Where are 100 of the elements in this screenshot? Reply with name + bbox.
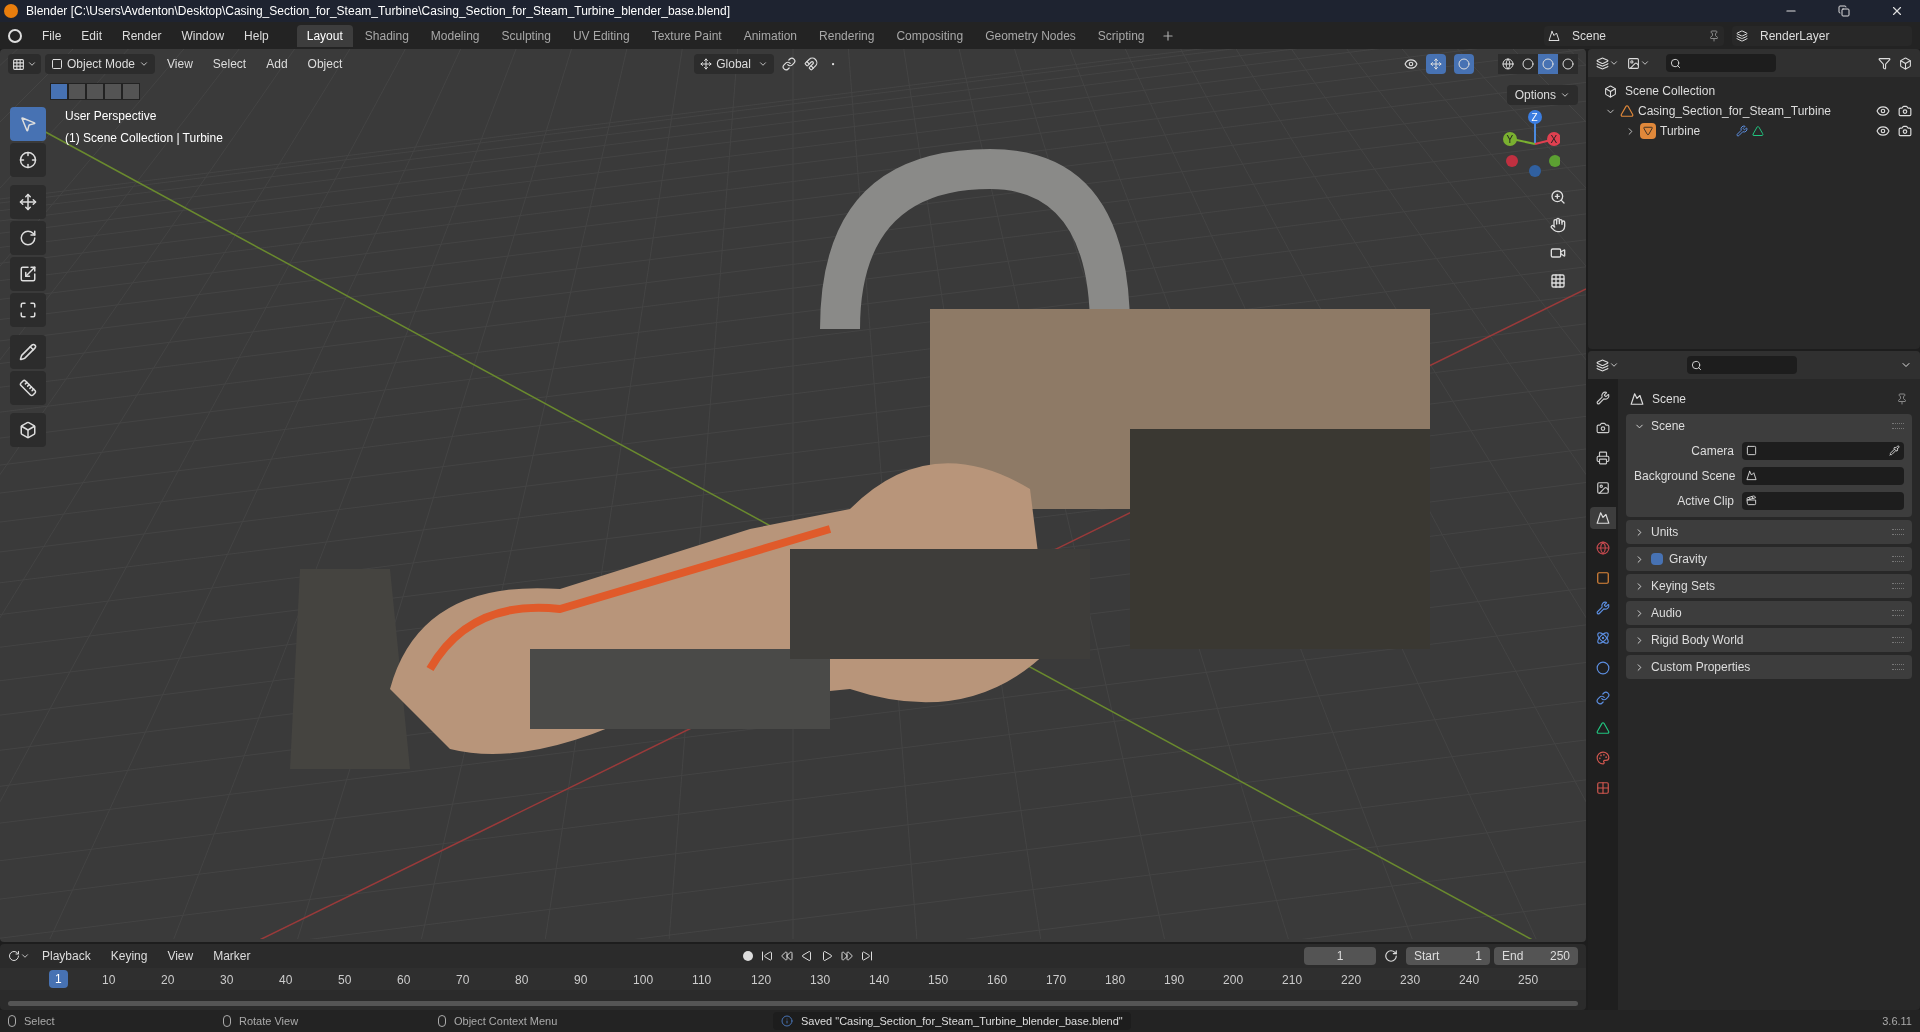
workspace-tab[interactable]: Animation <box>733 24 808 47</box>
display-mode-button[interactable] <box>1596 56 1619 70</box>
camera-view-icon[interactable] <box>1550 245 1566 261</box>
render-visibility-icon[interactable] <box>1898 104 1912 118</box>
tool-button[interactable] <box>10 335 46 369</box>
viewport-menu-item[interactable]: Select <box>204 55 255 73</box>
drag-handle-icon[interactable] <box>1892 583 1904 589</box>
selection-mode-button[interactable] <box>50 83 68 100</box>
tool-button[interactable] <box>10 143 46 177</box>
perspective-grid-icon[interactable] <box>1550 273 1566 289</box>
section-header[interactable]: Audio <box>1651 604 1682 622</box>
viewport[interactable]: Object Mode View Select Add Object Global Options User Perspective (1) Scene Collection | Turbine Z Y X <box>0 49 1586 942</box>
new-collection-icon[interactable] <box>1899 56 1912 70</box>
search-field[interactable] <box>1666 54 1776 72</box>
timeline-menu-item[interactable]: View <box>159 947 202 965</box>
workspace-tab[interactable]: Texture Paint <box>641 24 732 47</box>
viewport-menu-item[interactable]: View <box>159 55 201 73</box>
workspace-tab[interactable]: UV Editing <box>562 24 640 47</box>
workspace-tab[interactable]: Rendering <box>809 24 885 47</box>
pivot-icon[interactable] <box>782 57 797 71</box>
add-workspace-icon[interactable] <box>1160 28 1175 43</box>
workspace-tab[interactable]: Scripting <box>1087 24 1155 47</box>
menu-item[interactable]: Edit <box>73 26 111 45</box>
tool-button[interactable] <box>10 221 46 255</box>
orientation-dropdown[interactable]: Global <box>694 54 775 74</box>
menu-item[interactable]: File <box>34 26 70 45</box>
workspace-tab[interactable]: Modeling <box>420 24 490 47</box>
view-layer-selector[interactable]: RenderLayer <box>1732 25 1912 46</box>
outliner-root[interactable]: Scene Collection <box>1625 82 1716 100</box>
drag-handle-icon[interactable] <box>1892 664 1904 670</box>
section-header[interactable]: Rigid Body World <box>1651 631 1744 649</box>
visibility-icon[interactable] <box>1876 104 1890 118</box>
workspace-tab[interactable]: Shading <box>354 24 419 47</box>
tool-button[interactable] <box>10 185 46 219</box>
scrollbar[interactable] <box>8 1001 1578 1006</box>
play-reverse-icon[interactable] <box>800 950 813 962</box>
visibility-icon[interactable] <box>1404 57 1418 71</box>
next-keyframe-icon[interactable] <box>840 950 853 962</box>
editor-type-button[interactable] <box>1596 358 1619 372</box>
visibility-icon[interactable] <box>1876 124 1890 138</box>
timeline-menu-item[interactable]: Keying <box>102 947 156 965</box>
pin-icon[interactable] <box>1708 29 1720 42</box>
properties-tab[interactable] <box>1590 507 1616 529</box>
snap-icon[interactable] <box>804 57 819 71</box>
blender-menu-icon[interactable] <box>8 28 22 43</box>
render-visibility-icon[interactable] <box>1898 124 1912 138</box>
editor-type-button[interactable] <box>8 54 41 74</box>
section-header[interactable]: Units <box>1651 523 1679 541</box>
workspace-tab[interactable]: Compositing <box>886 24 974 47</box>
outliner-item[interactable]: Casing_Section_for_Steam_Turbine <box>1638 102 1831 120</box>
checkbox[interactable] <box>1651 553 1663 565</box>
property-field[interactable] <box>1742 466 1904 485</box>
shading-mode-button[interactable] <box>1518 54 1538 74</box>
zoom-icon[interactable] <box>1550 189 1566 205</box>
section-header[interactable]: Gravity <box>1669 550 1707 568</box>
menu-item[interactable]: Help <box>236 26 277 45</box>
viewport-menu-item[interactable]: Object <box>299 55 351 73</box>
shading-mode-button[interactable] <box>1558 54 1578 74</box>
section-header[interactable]: Scene <box>1651 417 1686 435</box>
start-frame-field[interactable]: Start 1 <box>1406 947 1490 965</box>
filter-icon[interactable] <box>1878 56 1891 70</box>
timeline-menu-item[interactable]: Playback <box>34 947 99 965</box>
jump-start-icon[interactable] <box>760 950 773 962</box>
record-icon[interactable] <box>742 951 753 961</box>
tool-button[interactable] <box>10 413 46 447</box>
close-icon[interactable] <box>1890 4 1904 18</box>
scene-selector[interactable]: Scene <box>1544 25 1724 46</box>
previous-keyframe-icon[interactable] <box>780 950 793 962</box>
tool-button[interactable] <box>10 371 46 405</box>
outliner-item[interactable]: Turbine <box>1660 122 1701 140</box>
end-frame-field[interactable]: End 250 <box>1494 947 1578 965</box>
editor-type-button[interactable] <box>8 950 30 962</box>
drag-handle-icon[interactable] <box>1892 556 1904 562</box>
section-header[interactable]: Custom Properties <box>1651 658 1751 676</box>
play-icon[interactable] <box>820 950 833 962</box>
filter-view-button[interactable] <box>1627 56 1650 70</box>
jump-end-icon[interactable] <box>860 950 873 962</box>
shading-mode-button[interactable] <box>1498 54 1518 74</box>
tool-button[interactable] <box>10 257 46 291</box>
eyedropper-icon[interactable] <box>1889 445 1900 456</box>
menu-item[interactable]: Render <box>114 26 170 45</box>
current-frame-field[interactable]: 1 <box>1304 947 1376 965</box>
search-field[interactable] <box>1687 356 1797 374</box>
workspace-tab[interactable]: Layout <box>296 24 353 47</box>
workspace-tab[interactable]: Geometry Nodes <box>975 24 1086 47</box>
drag-handle-icon[interactable] <box>1892 610 1904 616</box>
property-field[interactable] <box>1742 441 1904 460</box>
pin-icon[interactable] <box>1896 393 1908 405</box>
timeline-menu-item[interactable]: Marker <box>205 947 259 965</box>
options-dropdown[interactable]: Options <box>1506 85 1578 105</box>
current-frame-marker[interactable]: 1 <box>49 970 68 988</box>
viewport-menu-item[interactable]: Add <box>258 55 296 73</box>
workspace-tab[interactable]: Sculpting <box>491 24 561 47</box>
drag-handle-icon[interactable] <box>1892 637 1904 643</box>
section-header[interactable]: Keying Sets <box>1651 577 1716 595</box>
pan-hand-icon[interactable] <box>1550 217 1566 233</box>
tool-button[interactable] <box>10 293 46 327</box>
restore-icon[interactable] <box>1838 5 1850 17</box>
drag-handle-icon[interactable] <box>1892 529 1904 535</box>
drag-handle-icon[interactable] <box>1892 423 1904 429</box>
